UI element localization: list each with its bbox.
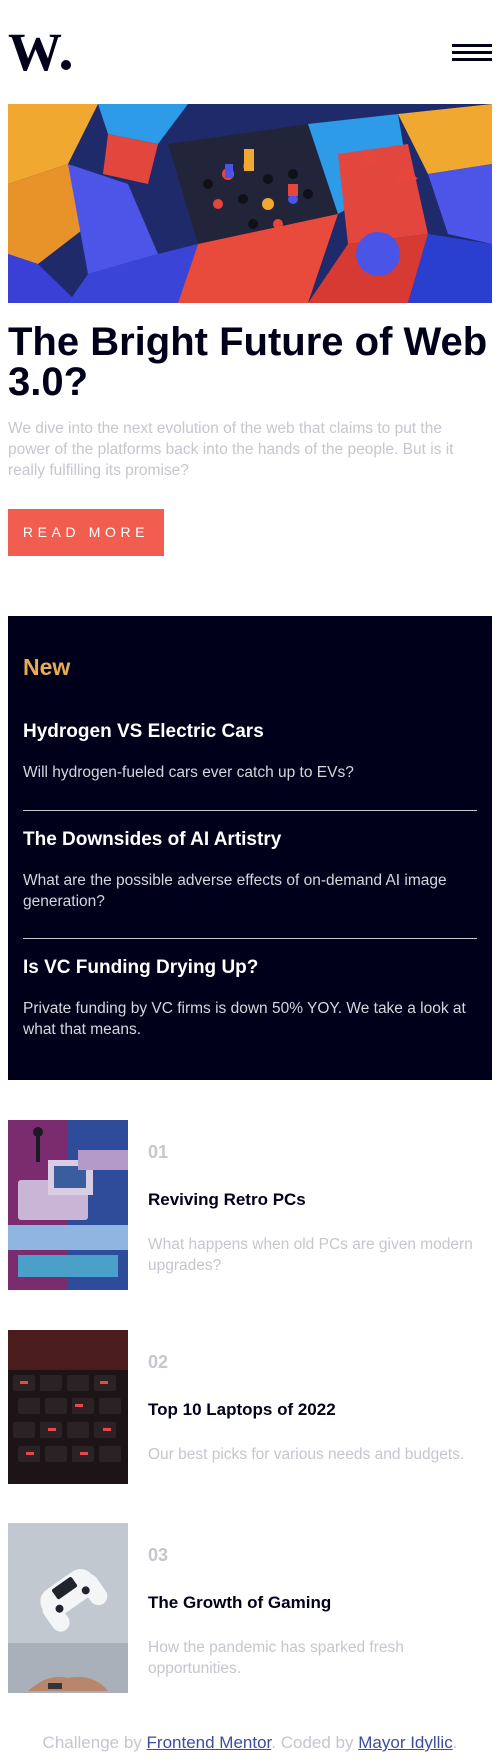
hamburger-icon[interactable] (452, 44, 492, 62)
new-item[interactable]: Is VC Funding Drying Up? Private funding… (23, 956, 477, 1040)
article-number: 02 (148, 1352, 169, 1372)
site-header: W (8, 25, 492, 79)
new-articles-panel: New Hydrogen VS Electric Cars Will hydro… (8, 616, 492, 1080)
footer-prefix: Challenge by (42, 1733, 142, 1752)
article-description: Our best picks for various needs and bud… (148, 1446, 465, 1463)
new-item-title[interactable]: The Downsides of AI Artistry (23, 828, 477, 852)
menu-line (452, 58, 492, 61)
article-title[interactable]: Reviving Retro PCs (148, 1190, 306, 1210)
new-item[interactable]: The Downsides of AI Artistry What are th… (23, 828, 477, 912)
article-number: 01 (148, 1142, 169, 1162)
abstract-3d-blocks-image (8, 104, 492, 303)
frontend-mentor-link[interactable]: Frontend Mentor (147, 1733, 272, 1752)
logo-dot (61, 60, 71, 70)
footer-suffix: . (452, 1733, 458, 1752)
author-link[interactable]: Mayor Idyllic (358, 1733, 452, 1752)
article-card: 01 Reviving Retro PCs What happens when … (8, 1120, 492, 1290)
article-title[interactable]: The Growth of Gaming (148, 1593, 331, 1613)
read-more-button[interactable]: READ MORE (8, 509, 164, 556)
hero-image (8, 104, 492, 303)
divider (23, 810, 477, 811)
menu-line (452, 51, 492, 54)
game-controller-image (8, 1523, 128, 1693)
article-card: 03 The Growth of Gaming How the pandemic… (8, 1523, 492, 1693)
logo[interactable]: W (8, 25, 71, 79)
laptop-keyboard-image (8, 1330, 128, 1484)
article-title[interactable]: Top 10 Laptops of 2022 (148, 1400, 336, 1420)
new-item[interactable]: Hydrogen VS Electric Cars Will hydrogen-… (23, 720, 477, 783)
hero-description: We dive into the next evolution of the w… (8, 420, 454, 479)
new-heading: New (23, 654, 71, 680)
logo-text: W (8, 22, 62, 82)
new-item-description: What are the possible adverse effects of… (23, 872, 447, 910)
new-item-title[interactable]: Is VC Funding Drying Up? (23, 956, 477, 980)
new-item-description: Will hydrogen-fueled cars ever catch up … (23, 764, 354, 781)
article-description: What happens when old PCs are given mode… (148, 1236, 473, 1274)
article-number: 03 (148, 1545, 169, 1565)
retro-pc-image (8, 1120, 128, 1290)
menu-line (452, 44, 492, 47)
divider (23, 938, 477, 939)
new-item-title[interactable]: Hydrogen VS Electric Cars (23, 720, 477, 744)
footer-middle: . Coded by (271, 1733, 354, 1752)
article-card: 02 Top 10 Laptops of 2022 Our best picks… (8, 1330, 492, 1484)
article-description: How the pandemic has sparked fresh oppor… (148, 1639, 404, 1677)
attribution-footer: Challenge by Frontend Mentor. Coded by M… (0, 1733, 500, 1753)
hero-title: The Bright Future of Web 3.0? (8, 320, 488, 404)
new-item-description: Private funding by VC firms is down 50% … (23, 1000, 466, 1038)
